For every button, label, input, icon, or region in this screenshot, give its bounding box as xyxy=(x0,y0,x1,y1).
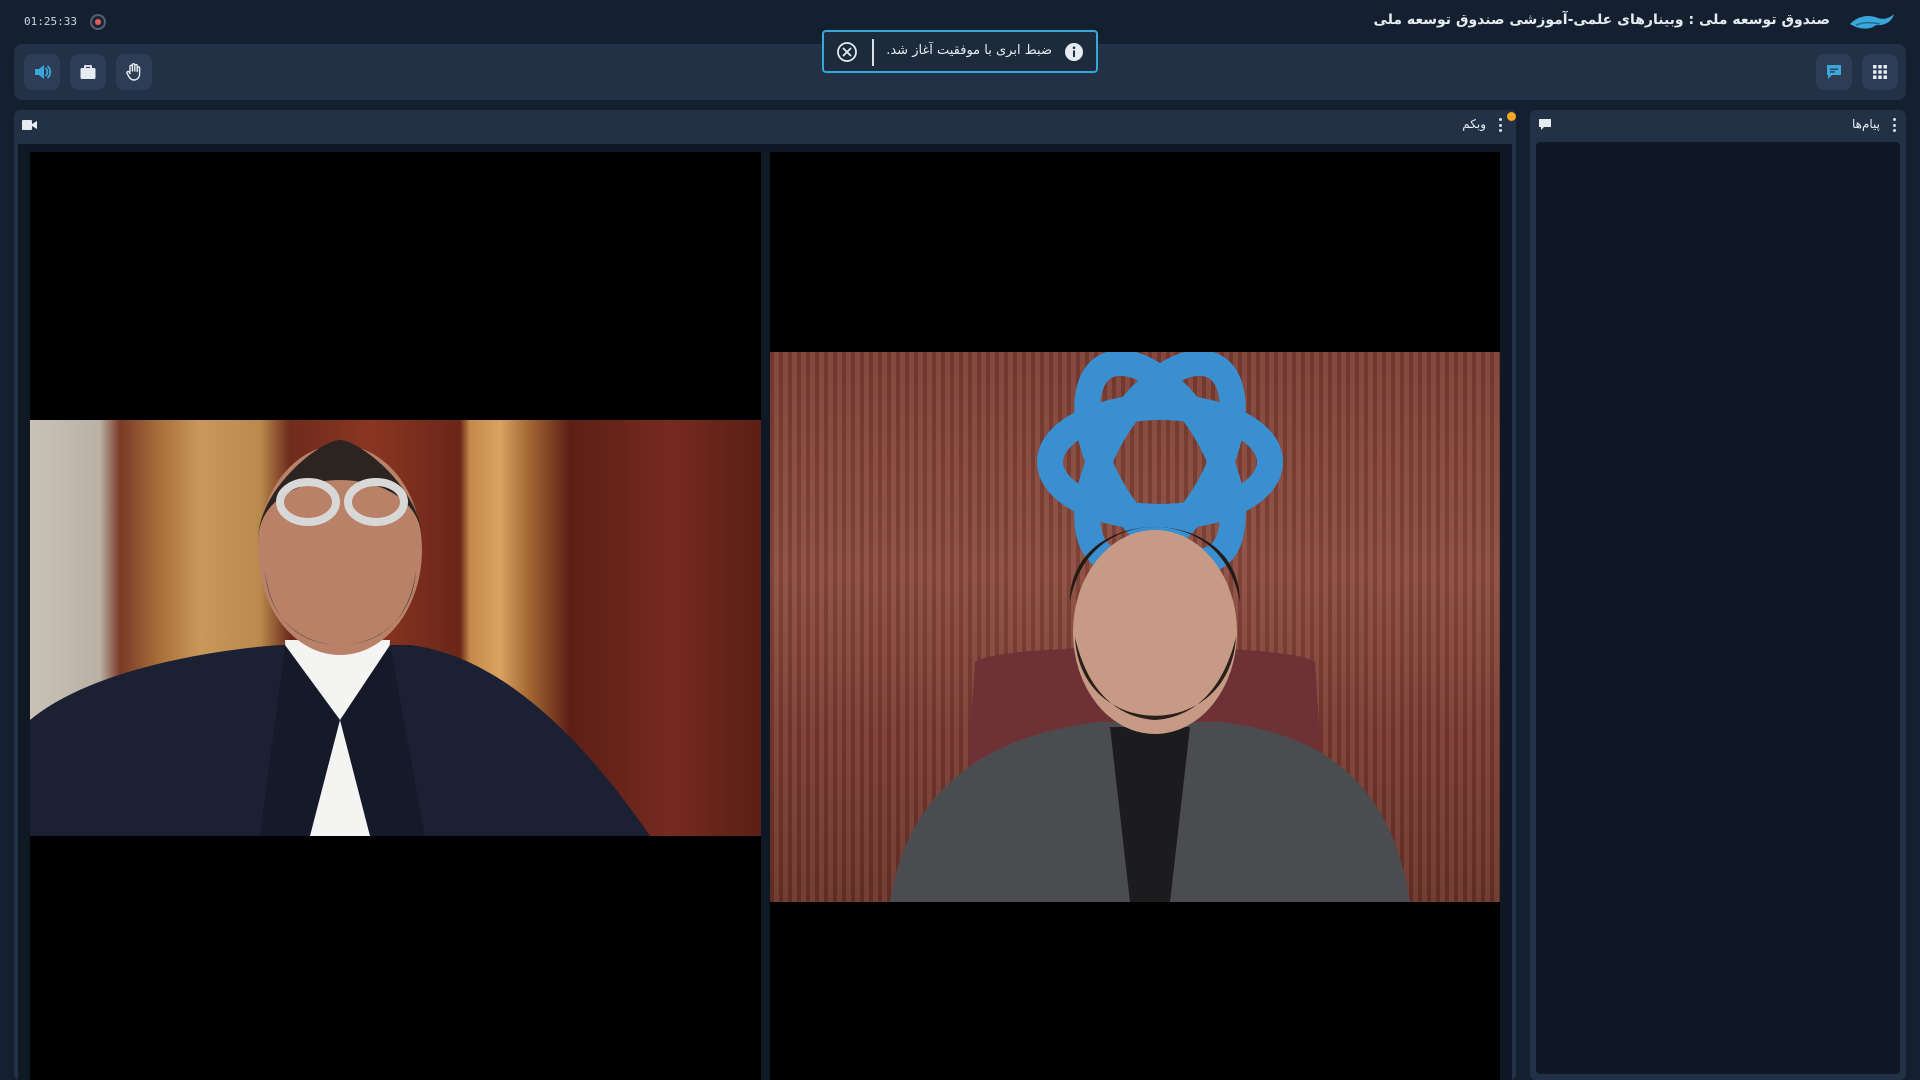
messages-list[interactable] xyxy=(1536,142,1900,1074)
apps-grid-icon xyxy=(1873,65,1887,79)
speaker-1-figure xyxy=(30,440,650,836)
webcam-grid xyxy=(18,144,1512,1080)
messages-panel-title: پیام‌ها xyxy=(1851,117,1880,131)
participant-tile-1[interactable] xyxy=(30,152,761,1080)
chat-icon xyxy=(1827,65,1841,79)
messages-panel: پیام‌ها xyxy=(1530,110,1906,1080)
briefcase-button[interactable] xyxy=(70,54,106,90)
speaker-button[interactable] xyxy=(24,54,60,90)
recording-toast: ضبط ابری با موفقیت آغاز شد. xyxy=(822,30,1098,73)
close-icon[interactable] xyxy=(836,41,858,63)
speaker-2-figure xyxy=(890,352,1410,902)
recording-indicator-icon[interactable] xyxy=(90,14,106,30)
webcam-panel-header: وبکم xyxy=(14,110,1516,140)
app-logo-icon xyxy=(1850,14,1894,29)
chat-button[interactable] xyxy=(1816,54,1852,90)
participant-video-1 xyxy=(30,420,761,836)
raise-hand-icon xyxy=(126,63,141,81)
briefcase-icon xyxy=(80,65,96,79)
video-camera-icon[interactable] xyxy=(22,119,38,131)
messages-panel-menu-icon[interactable] xyxy=(1892,118,1896,132)
speaker-icon xyxy=(35,65,52,79)
webcam-panel: وبکم xyxy=(14,110,1516,1080)
apps-grid-button[interactable] xyxy=(1862,54,1898,90)
message-icon[interactable] xyxy=(1538,118,1552,132)
session-title: صندوق توسعه ملی : وبینارهای علمی-آموزشی … xyxy=(1373,12,1830,28)
webcam-panel-title: وبکم xyxy=(1462,117,1486,131)
toast-message: ضبط ابری با موفقیت آغاز شد. xyxy=(886,43,1052,58)
raise-hand-button[interactable] xyxy=(116,54,152,90)
webcam-panel-menu-icon[interactable] xyxy=(1498,118,1502,132)
info-icon xyxy=(1065,43,1083,61)
toast-divider xyxy=(872,39,874,66)
session-timer: 01:25:33 xyxy=(24,15,77,28)
participant-tile-2[interactable] xyxy=(770,152,1500,1080)
participant-video-2 xyxy=(770,352,1500,902)
messages-panel-header: پیام‌ها xyxy=(1530,110,1906,140)
notification-dot xyxy=(1507,112,1516,121)
